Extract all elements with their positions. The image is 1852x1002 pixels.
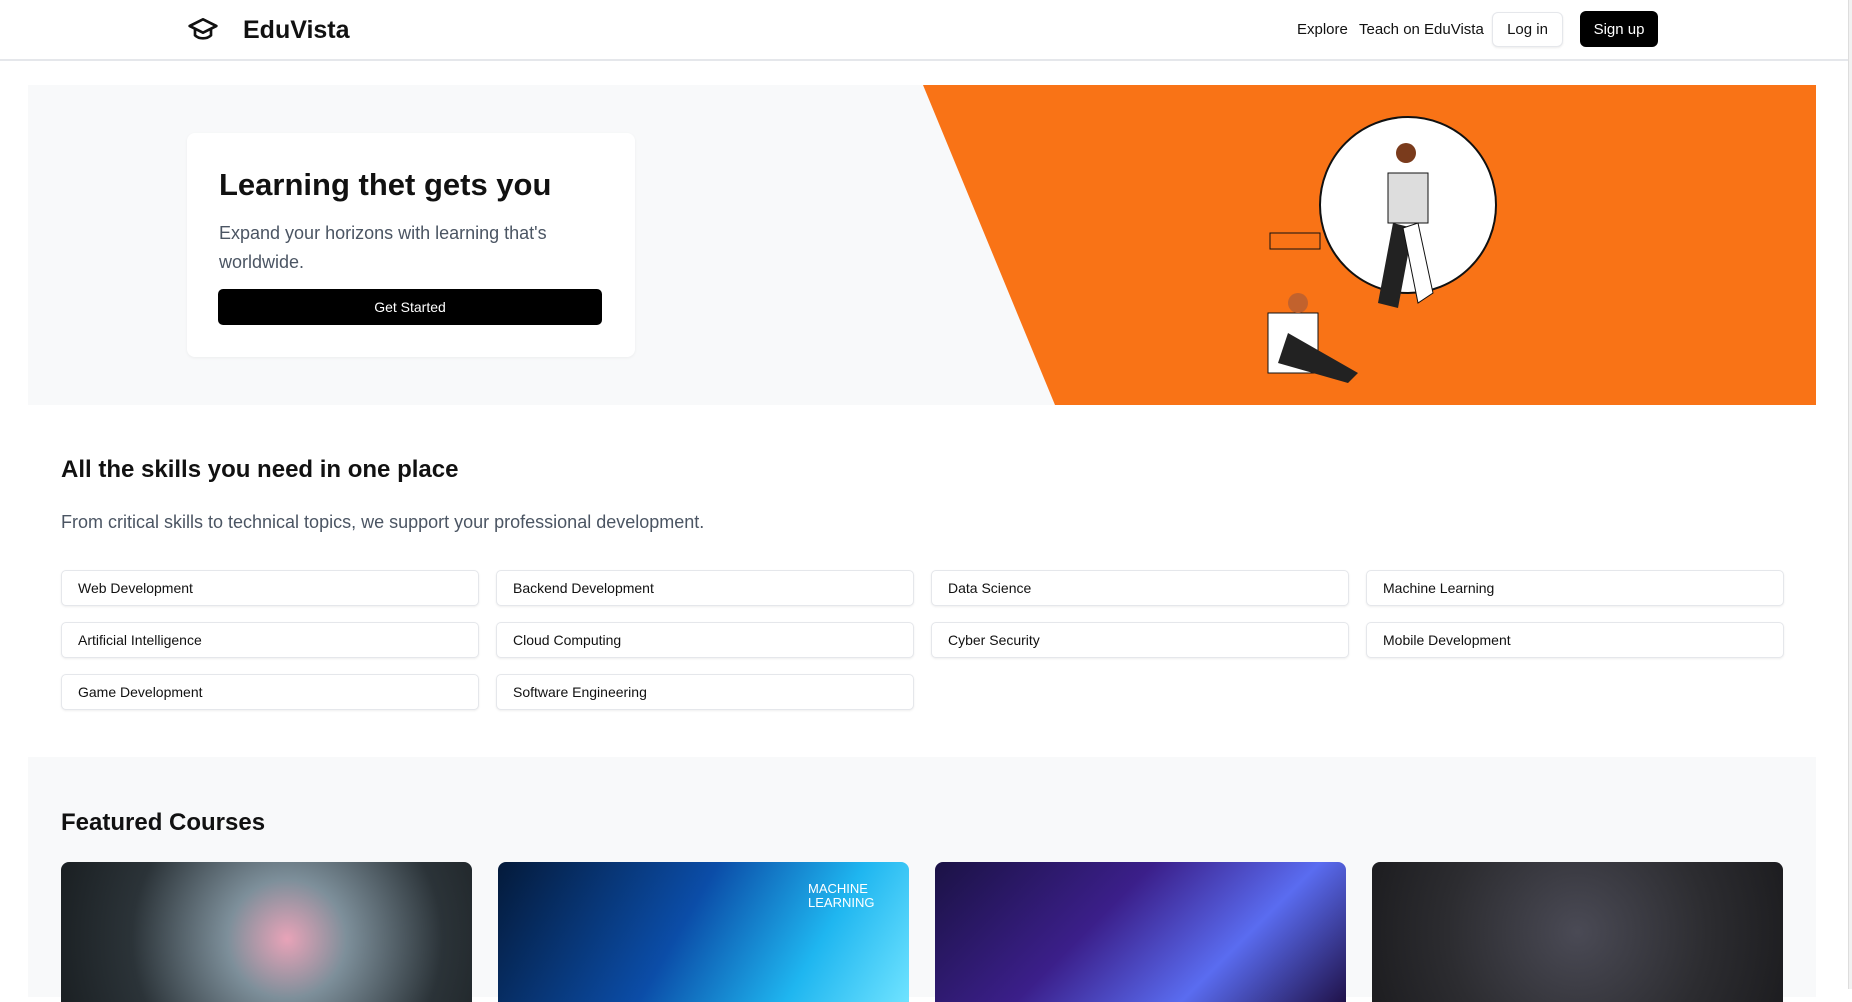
skills-subtitle: From critical skills to technical topics… [61, 512, 705, 532]
course-card-cloud[interactable] [61, 862, 472, 1002]
course-card-machine-learning[interactable]: MACHINE LEARNING [498, 862, 909, 1002]
skill-game-development[interactable]: Game Development [61, 674, 479, 710]
skill-cloud-computing[interactable]: Cloud Computing [496, 622, 914, 658]
skill-machine-learning[interactable]: Machine Learning [1366, 570, 1784, 606]
skill-data-science[interactable]: Data Science [931, 570, 1349, 606]
skills-title: All the skills you need in one place [61, 456, 459, 483]
featured-title: Featured Courses [61, 809, 266, 836]
top-navbar: EduVista Explore Teach on EduVista Log i… [0, 0, 1848, 61]
hero-title: Learning thet gets you [219, 167, 552, 202]
course-card-software[interactable] [1372, 862, 1783, 1002]
login-button[interactable]: Log in [1492, 12, 1563, 47]
course-card-web[interactable] [935, 862, 1346, 1002]
course-image-text: MACHINE LEARNING [808, 881, 875, 910]
skill-artificial-intelligence[interactable]: Artificial Intelligence [61, 622, 479, 658]
hero-card: Learning thet gets you Expand your horiz… [187, 133, 635, 357]
hero-banner: Learning thet gets you Expand your horiz… [28, 85, 1816, 405]
skill-web-development[interactable]: Web Development [61, 570, 479, 606]
nav-explore[interactable]: Explore [1297, 21, 1348, 38]
get-started-button[interactable]: Get Started [218, 289, 602, 325]
graduation-cap-icon[interactable] [187, 14, 219, 46]
skill-mobile-development[interactable]: Mobile Development [1366, 622, 1784, 658]
learning-illustration [1267, 116, 1497, 383]
skill-backend-development[interactable]: Backend Development [496, 570, 914, 606]
featured-courses-section: Featured Courses MACHINE LEARNING [28, 757, 1816, 1002]
nav-teach[interactable]: Teach on EduVista [1359, 21, 1484, 38]
scrollbar[interactable] [1848, 0, 1852, 989]
hero-subtitle: Expand your horizons with learning that'… [219, 223, 547, 272]
skill-cyber-security[interactable]: Cyber Security [931, 622, 1349, 658]
skill-software-engineering[interactable]: Software Engineering [496, 674, 914, 710]
brand-name[interactable]: EduVista [243, 16, 350, 45]
signup-button[interactable]: Sign up [1580, 11, 1658, 47]
